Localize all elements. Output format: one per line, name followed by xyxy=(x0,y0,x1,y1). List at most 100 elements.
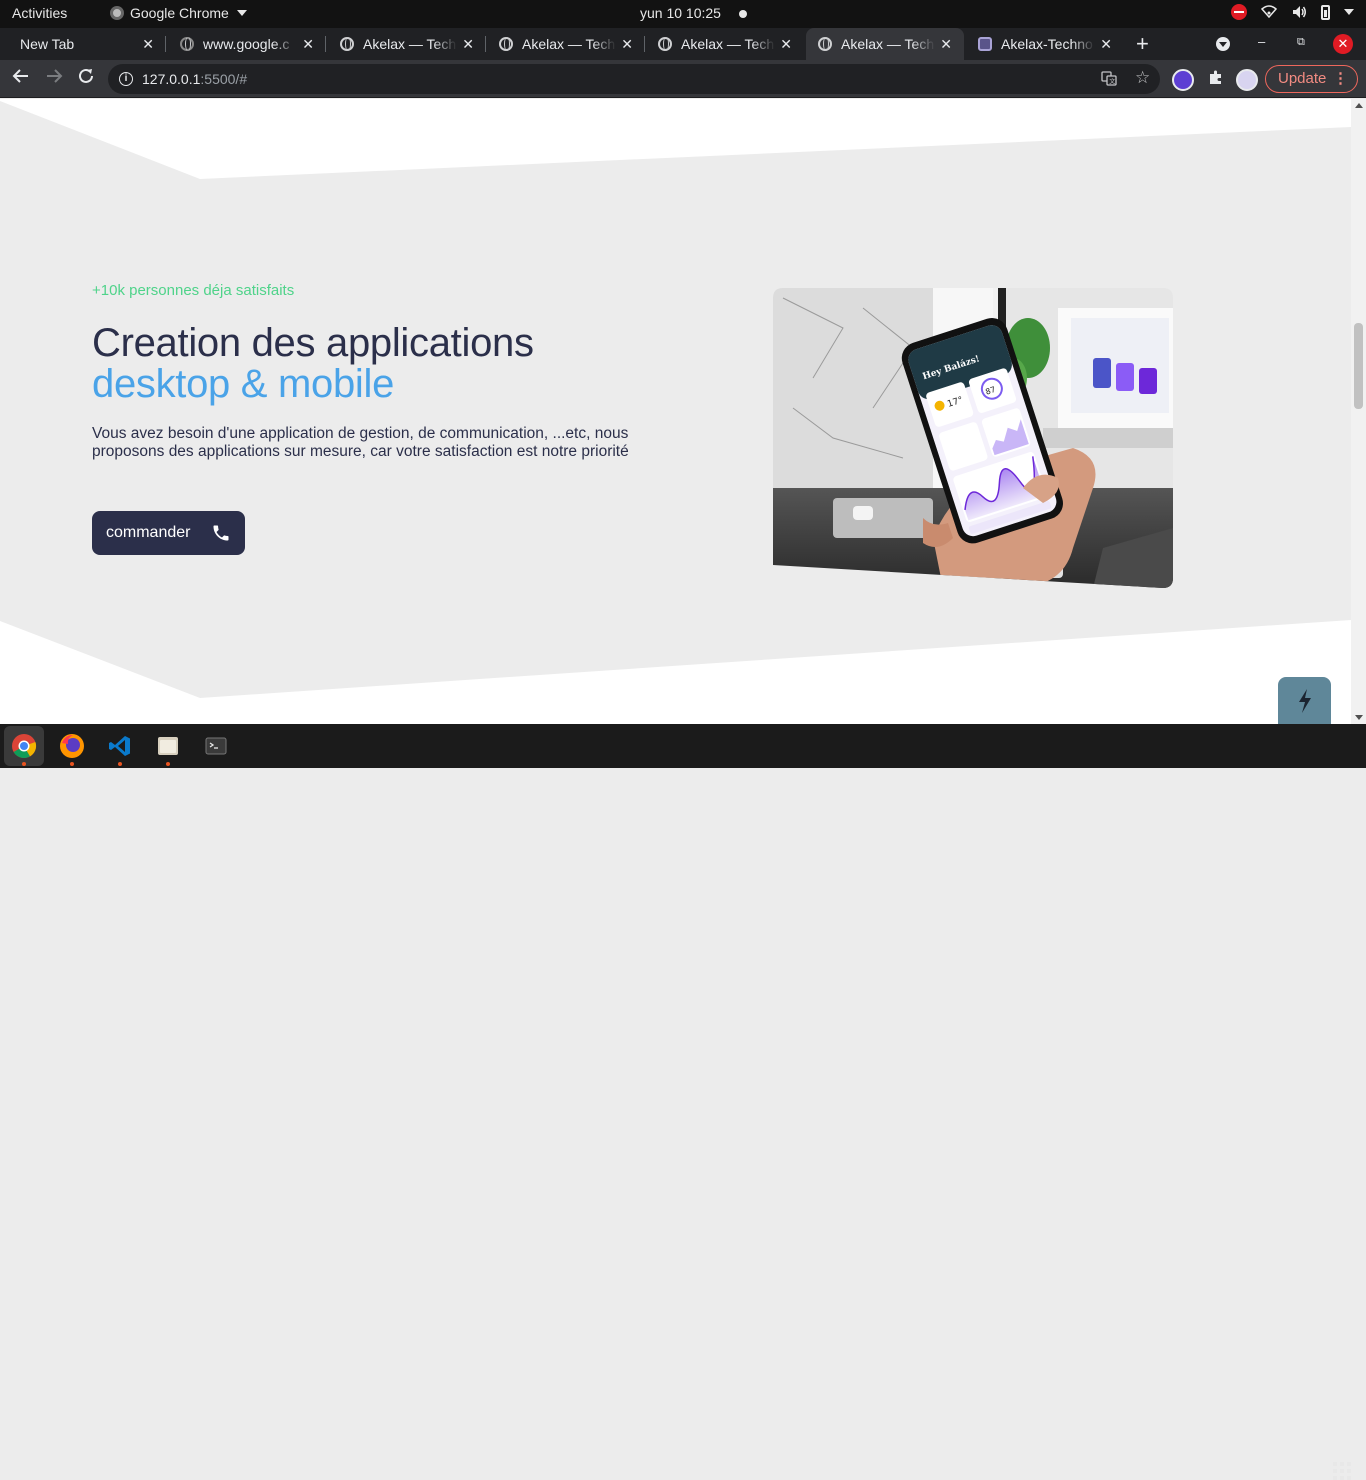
tab-title: Akelax — Tech xyxy=(522,36,616,52)
tab-new-tab[interactable]: New Tab ✕ xyxy=(8,28,166,60)
running-indicator xyxy=(70,762,74,766)
show-applications-icon[interactable] xyxy=(1333,1462,1351,1480)
lightning-icon xyxy=(1299,689,1311,713)
back-button[interactable] xyxy=(10,67,32,89)
firefox-icon xyxy=(60,734,84,758)
close-tab-icon[interactable]: ✕ xyxy=(780,36,792,53)
chrome-icon xyxy=(12,734,37,759)
clock[interactable]: yun 10 10:25 xyxy=(640,5,721,21)
satisfied-customers-tagline: +10k personnes déja satisfaits xyxy=(92,282,295,299)
profile-avatar[interactable] xyxy=(1236,69,1258,91)
globe-icon xyxy=(340,37,354,51)
globe-icon xyxy=(180,37,194,51)
quick-action-button[interactable] xyxy=(1278,677,1331,724)
globe-icon xyxy=(658,37,672,51)
network-icon xyxy=(1260,4,1278,20)
hero-description: Vous avez besoin d'une application de ge… xyxy=(92,425,629,460)
svg-text:文: 文 xyxy=(1109,78,1115,86)
extension-icon[interactable] xyxy=(1172,69,1194,91)
app-name: Google Chrome xyxy=(130,5,229,21)
tab-search-button[interactable] xyxy=(1216,37,1230,51)
hero-title-line2: desktop & mobile xyxy=(92,362,395,406)
terminal-dock-item[interactable] xyxy=(196,726,236,766)
reload-button[interactable] xyxy=(75,67,97,89)
close-tab-icon[interactable]: ✕ xyxy=(302,36,314,53)
chrome-dock-item[interactable] xyxy=(4,726,44,766)
notification-dot xyxy=(739,10,747,18)
vscode-dock-item[interactable] xyxy=(100,726,140,766)
globe-icon xyxy=(499,37,513,51)
address-bar[interactable]: i 127.0.0.1:5500/# 文 ☆ xyxy=(108,64,1160,94)
tab-title: Akelax — Tech xyxy=(363,36,457,52)
system-tray[interactable] xyxy=(1231,4,1354,20)
arrow-right-icon xyxy=(47,69,63,83)
tab-title: Akelax — Tech xyxy=(681,36,775,52)
tab-title: www.google.c xyxy=(203,36,290,52)
close-tab-icon[interactable]: ✕ xyxy=(940,36,952,53)
close-tab-icon[interactable]: ✕ xyxy=(621,36,633,53)
terminal-icon xyxy=(205,737,227,755)
do-not-disturb-icon xyxy=(1231,4,1247,20)
forward-button[interactable] xyxy=(43,67,65,89)
phone-icon xyxy=(213,525,229,541)
order-button-label: commander xyxy=(106,524,191,541)
close-tab-icon[interactable]: ✕ xyxy=(462,36,474,53)
app-menu[interactable]: Google Chrome xyxy=(110,5,247,21)
scroll-down-arrow-icon[interactable] xyxy=(1355,715,1363,720)
running-indicator xyxy=(166,762,170,766)
mobile-app-photo: Hey Balázs! 17° 87 xyxy=(773,288,1173,588)
order-button[interactable]: commander xyxy=(92,511,245,555)
tab-separator xyxy=(325,36,326,52)
reload-icon xyxy=(79,68,93,83)
tab-separator xyxy=(644,36,645,52)
close-window-button[interactable]: ✕ xyxy=(1333,34,1353,54)
tab-akelax-active[interactable]: Akelax — Tech ✕ xyxy=(806,28,964,60)
running-indicator xyxy=(22,762,26,766)
update-button[interactable]: Update ⋮ xyxy=(1265,65,1358,93)
tab-akelax-3[interactable]: Akelax — Tech ✕ xyxy=(646,28,804,60)
tab-akelax-1[interactable]: Akelax — Tech ✕ xyxy=(328,28,486,60)
tab-separator xyxy=(485,36,486,52)
hero-title: Creation des applications desktop & mobi… xyxy=(92,323,534,405)
maximize-button[interactable]: ⧉ xyxy=(1297,36,1305,49)
chrome-icon xyxy=(110,6,124,20)
caret-down-icon xyxy=(1344,9,1354,15)
arrow-left-icon xyxy=(12,69,28,83)
browser-toolbar: i 127.0.0.1:5500/# 文 ☆ Update ⋮ xyxy=(0,60,1366,98)
files-dock-item[interactable] xyxy=(148,726,188,766)
minimize-button[interactable]: ‒ xyxy=(1258,34,1265,49)
page-content: +10k personnes déja satisfaits Creation … xyxy=(0,99,1351,724)
vscode-icon xyxy=(109,736,130,756)
translate-icon[interactable]: 文 xyxy=(1101,70,1117,91)
close-tab-icon[interactable]: ✕ xyxy=(1100,36,1112,53)
caret-down-icon xyxy=(236,10,247,16)
running-indicator xyxy=(118,762,122,766)
scroll-up-arrow-icon[interactable] xyxy=(1355,103,1363,108)
tab-akelax-2[interactable]: Akelax — Tech ✕ xyxy=(487,28,645,60)
firefox-dock-item[interactable] xyxy=(52,726,92,766)
activities-button[interactable]: Activities xyxy=(12,5,67,21)
volume-icon xyxy=(1291,4,1307,20)
tab-title: Akelax-Techno xyxy=(1001,36,1093,52)
extensions-puzzle-icon[interactable] xyxy=(1205,69,1227,91)
tab-akelax-techno[interactable]: Akelax-Techno ✕ xyxy=(966,28,1124,60)
system-top-bar: Activities Google Chrome yun 10 10:25 xyxy=(0,0,1366,28)
bookmark-star-icon[interactable]: ☆ xyxy=(1135,68,1150,88)
taskbar xyxy=(0,724,1366,1480)
akelax-logo-icon xyxy=(978,37,992,51)
tab-separator xyxy=(165,36,166,52)
scrollbar-thumb[interactable] xyxy=(1354,323,1363,409)
battery-icon xyxy=(1321,4,1330,20)
page-scrollbar[interactable] xyxy=(1351,99,1366,724)
update-label: Update xyxy=(1278,70,1327,87)
tab-title: New Tab xyxy=(20,36,75,52)
close-tab-icon[interactable]: ✕ xyxy=(142,36,154,53)
tab-google[interactable]: www.google.c ✕ xyxy=(168,28,326,60)
url-text: 127.0.0.1:5500/# xyxy=(142,71,248,87)
globe-icon xyxy=(818,37,832,51)
new-tab-button[interactable]: + xyxy=(1136,31,1149,57)
files-icon xyxy=(158,737,178,755)
more-menu-icon[interactable]: ⋮ xyxy=(1333,66,1348,92)
hero-title-line1: Creation des applications xyxy=(92,321,534,365)
site-info-icon[interactable]: i xyxy=(119,72,133,86)
